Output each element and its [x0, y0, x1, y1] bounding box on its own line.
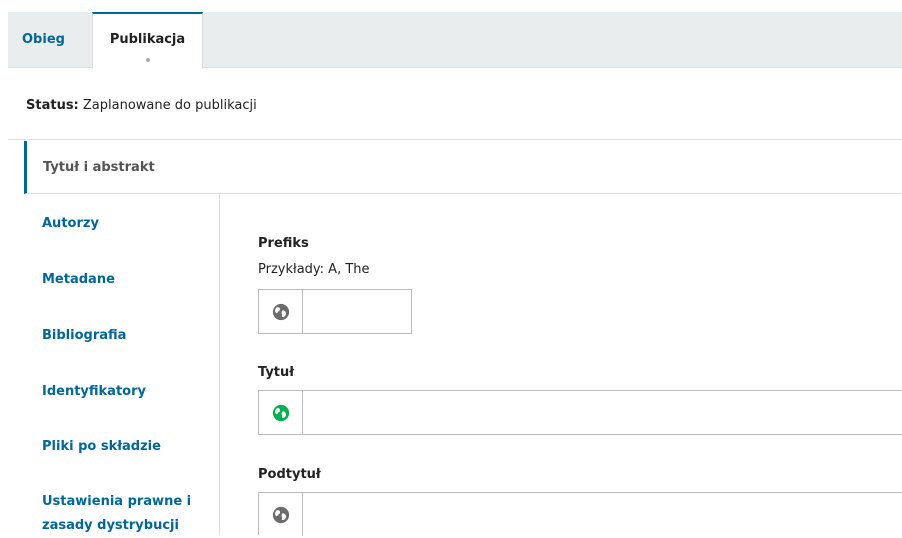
sidenav-item-identyfikatory[interactable]: Identyfikatory [42, 380, 212, 404]
globe-icon [272, 303, 289, 320]
publication-status: Status: Zaplanowane do publikacji [26, 96, 257, 116]
subtitle-locale-button[interactable] [259, 493, 303, 536]
prefix-field [258, 289, 412, 334]
title-input[interactable] [304, 391, 902, 434]
sidenav-border [219, 194, 220, 535]
tab-bar: Obieg Publikacja [8, 12, 902, 69]
status-value: Zaplanowane do publikacji [82, 98, 257, 113]
sidenav-item-label: Tytuł i abstrakt [43, 160, 155, 175]
prefix-help: Przykłady: A, The [258, 262, 370, 277]
sidenav-item-title-abstract[interactable]: Tytuł i abstrakt [24, 141, 902, 194]
globe-icon-complete [272, 404, 289, 421]
title-field [258, 390, 902, 435]
subtitle-input[interactable] [304, 493, 902, 536]
globe-icon [272, 506, 289, 523]
sidenav-item-pliki-po-skladzie[interactable]: Pliki po składzie [42, 435, 212, 459]
subtitle-field [258, 492, 902, 536]
status-divider [8, 139, 902, 140]
title-locale-button[interactable] [259, 391, 303, 434]
prefix-label: Prefiks [258, 236, 309, 251]
prefix-locale-button[interactable] [259, 290, 303, 333]
tab-publikacja[interactable]: Publikacja [92, 12, 203, 69]
tab-obieg[interactable]: Obieg [8, 12, 79, 68]
subtitle-label: Podtytuł [258, 467, 321, 482]
tab-publikacja-label: Publikacja [109, 32, 186, 47]
sidenav-item-metadane[interactable]: Metadane [42, 268, 212, 292]
sidenav-item-autorzy[interactable]: Autorzy [42, 212, 212, 236]
tab-active-dot [146, 58, 150, 62]
sidenav-item-ustawienia-prawne[interactable]: Ustawienia prawne i zasady dystrybucji [42, 490, 212, 538]
prefix-input[interactable] [304, 290, 411, 333]
status-label: Status: [26, 98, 79, 113]
title-label: Tytuł [258, 365, 295, 380]
sidenav-item-bibliografia[interactable]: Bibliografia [42, 324, 212, 348]
